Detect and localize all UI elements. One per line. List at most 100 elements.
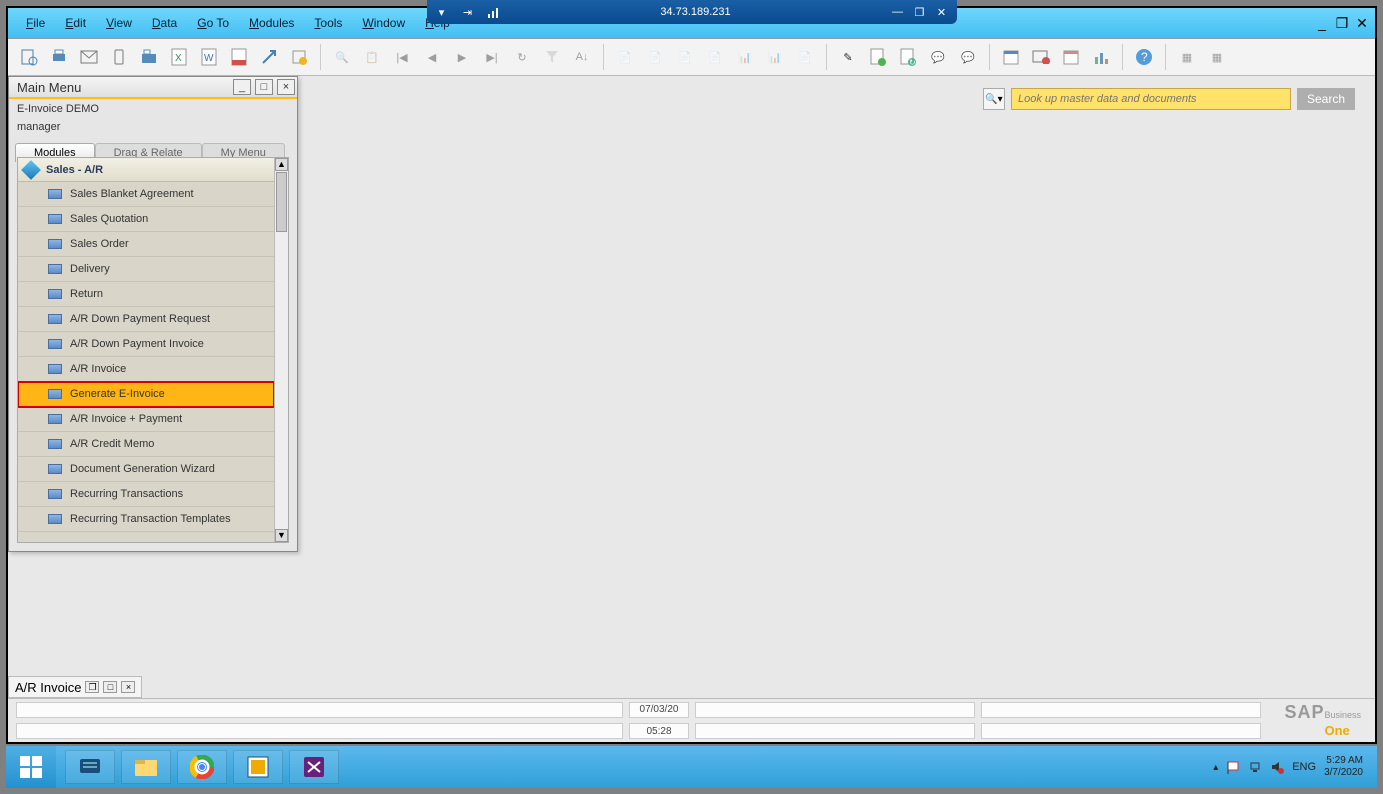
tree-item[interactable]: Generate E-Invoice — [18, 382, 274, 407]
app-restore-icon[interactable]: ❐ — [1333, 15, 1351, 32]
mini-restore-icon[interactable]: ❐ — [85, 681, 99, 693]
folder-icon — [48, 214, 62, 224]
tree-item-label: A/R Credit Memo — [70, 438, 154, 450]
tree-item-label: Return — [70, 288, 103, 300]
tray-lang[interactable]: ENG — [1292, 761, 1316, 773]
chat2-icon[interactable]: 💬 — [957, 46, 979, 68]
taskbar-server-manager[interactable] — [65, 750, 115, 784]
main-menu-tree: Sales - A/R Sales Blanket Agreement Sales… — [17, 157, 289, 543]
scroll-up-icon[interactable]: ▲ — [275, 158, 288, 171]
close-icon[interactable]: ✕ — [934, 5, 948, 19]
mini-close-icon[interactable]: × — [121, 681, 135, 693]
email-icon[interactable] — [78, 46, 100, 68]
tree-item[interactable]: Recurring Transaction Templates — [18, 507, 274, 532]
mm-minimize-icon[interactable]: _ — [233, 79, 251, 95]
filter-icon — [541, 46, 563, 68]
tree-item[interactable]: Sales Blanket Agreement — [18, 182, 274, 207]
taskbar-sap[interactable] — [233, 750, 283, 784]
help-icon[interactable]: ? — [1133, 46, 1155, 68]
tray-network-icon[interactable] — [1248, 760, 1262, 774]
tree-item[interactable]: A/R Invoice — [18, 357, 274, 382]
mm-close-icon[interactable]: × — [277, 79, 295, 95]
tree-item-label: Sales Order — [70, 238, 129, 250]
tree-item-label: Document Generation Wizard — [70, 463, 215, 475]
calendar-icon[interactable] — [1000, 46, 1022, 68]
folder-icon — [48, 389, 62, 399]
menu-file[interactable]: File — [18, 12, 53, 34]
fax-icon[interactable] — [138, 46, 160, 68]
restore-icon[interactable]: ❐ — [912, 5, 926, 19]
menu-data[interactable]: Data — [144, 12, 185, 34]
chevron-down-icon[interactable]: ▾ — [435, 5, 449, 19]
menu-view[interactable]: View — [98, 12, 140, 34]
calendar2-icon[interactable] — [1060, 46, 1082, 68]
scroll-thumb[interactable] — [276, 172, 287, 232]
tree-item-label: A/R Invoice — [70, 363, 126, 375]
search-button[interactable]: Search — [1297, 88, 1355, 110]
tree-item-label: Sales Blanket Agreement — [70, 188, 194, 200]
status-message-2 — [16, 723, 623, 739]
excel-icon[interactable]: X — [168, 46, 190, 68]
lock-icon[interactable] — [288, 46, 310, 68]
print-icon[interactable] — [48, 46, 70, 68]
chat1-icon[interactable]: 💬 — [927, 46, 949, 68]
preview-icon[interactable] — [18, 46, 40, 68]
tree-item-label: A/R Invoice + Payment — [70, 413, 182, 425]
taskbar-visual-studio[interactable] — [289, 750, 339, 784]
tree-section-sales-ar[interactable]: Sales - A/R — [18, 158, 274, 182]
menu-tools[interactable]: Tools — [306, 12, 350, 34]
chart-icon[interactable] — [1090, 46, 1112, 68]
refresh-doc-icon[interactable]: ↻ — [897, 46, 919, 68]
mini-maximize-icon[interactable]: □ — [103, 681, 117, 693]
toolbar: X W 🔍 📋 |◀ ◀ ▶ ▶| ↻ A↓ 📄 📄 📄 📄 📊 📊 📄 ✎ ↻… — [8, 38, 1375, 76]
taskbar-chrome[interactable] — [177, 750, 227, 784]
menu-goto[interactable]: Go To — [189, 12, 237, 34]
app-minimize-icon[interactable]: _ — [1313, 15, 1331, 32]
tree-item[interactable]: A/R Credit Memo — [18, 432, 274, 457]
minimize-icon[interactable]: — — [890, 5, 904, 19]
launch-icon[interactable] — [258, 46, 280, 68]
folder-icon — [48, 314, 62, 324]
tree-item-label: Generate E-Invoice — [70, 388, 165, 400]
tray-flag-icon[interactable] — [1226, 760, 1240, 774]
scroll-down-icon[interactable]: ▼ — [275, 529, 288, 542]
new-doc-icon[interactable] — [867, 46, 889, 68]
folder-icon — [48, 464, 62, 474]
pdf-icon[interactable] — [228, 46, 250, 68]
search-input[interactable] — [1011, 88, 1291, 110]
tree-item[interactable]: Sales Order — [18, 232, 274, 257]
tray-sound-icon[interactable] — [1270, 760, 1284, 774]
sms-icon[interactable] — [108, 46, 130, 68]
menu-edit[interactable]: Edit — [57, 12, 94, 34]
tree-item[interactable]: Document Generation Wizard — [18, 457, 274, 482]
edit-form-icon[interactable]: ✎ — [837, 46, 859, 68]
tree-item[interactable]: Delivery — [18, 257, 274, 282]
pin-icon[interactable]: ⇥ — [461, 5, 475, 19]
tree-item[interactable]: A/R Down Payment Request — [18, 307, 274, 332]
sort-icon: A↓ — [571, 46, 593, 68]
taskbar: ▴ ENG 5:29 AM 3/7/2020 — [6, 746, 1377, 788]
menu-modules[interactable]: Modules — [241, 12, 302, 34]
menu-window[interactable]: Window — [354, 12, 413, 34]
folder-icon — [48, 514, 62, 524]
tree-item[interactable]: A/R Invoice + Payment — [18, 407, 274, 432]
tree-item[interactable]: Recurring Transactions — [18, 482, 274, 507]
mm-maximize-icon[interactable]: □ — [255, 79, 273, 95]
app-close-icon[interactable]: ✕ — [1353, 15, 1371, 32]
search-type-dropdown[interactable]: 🔍▾ — [983, 88, 1005, 110]
doc1-icon: 📄 — [614, 46, 636, 68]
mail-alert-icon[interactable] — [1030, 46, 1052, 68]
tray-clock[interactable]: 5:29 AM 3/7/2020 — [1324, 755, 1369, 779]
tray-chevron-icon[interactable]: ▴ — [1213, 762, 1218, 773]
tree-item[interactable]: A/R Down Payment Invoice — [18, 332, 274, 357]
tree-item[interactable]: Sales Quotation — [18, 207, 274, 232]
tree-scrollbar[interactable]: ▲ ▼ — [274, 158, 288, 542]
taskbar-explorer[interactable] — [121, 750, 171, 784]
find-icon: 🔍 — [331, 46, 353, 68]
first-record-icon: |◀ — [391, 46, 413, 68]
minimized-window-tab[interactable]: A/R Invoice ❐ □ × — [8, 676, 142, 698]
tree-item-label: Recurring Transactions — [70, 488, 183, 500]
start-button[interactable] — [6, 746, 56, 788]
tree-item[interactable]: Return — [18, 282, 274, 307]
word-icon[interactable]: W — [198, 46, 220, 68]
